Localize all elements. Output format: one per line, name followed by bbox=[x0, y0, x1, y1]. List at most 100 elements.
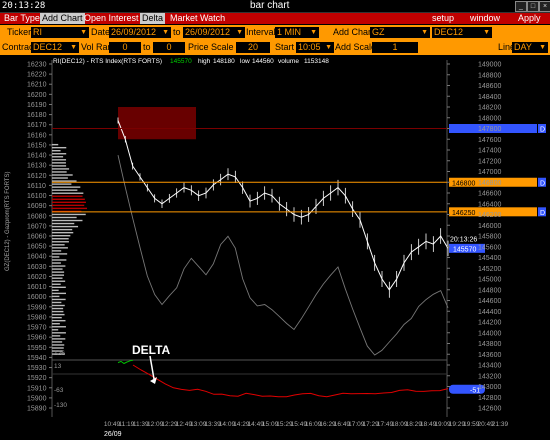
right-tick-label: 142600 bbox=[478, 406, 501, 413]
right-tick-label: 143600 bbox=[478, 352, 501, 359]
interval-select[interactable]: 1 MIN ▼ bbox=[275, 27, 319, 38]
last-time-label: 20:13:26 bbox=[450, 236, 477, 243]
right-tick-label: 146000 bbox=[478, 223, 501, 230]
line-select[interactable]: DAY ▼ bbox=[512, 42, 548, 53]
volume-profile-bar bbox=[52, 159, 67, 161]
start-field[interactable]: 10:05 ▼ bbox=[296, 42, 334, 53]
right-tick-label: 148200 bbox=[478, 105, 501, 112]
vol-to-field[interactable]: 0 bbox=[153, 42, 185, 53]
volume-profile-bar bbox=[52, 207, 88, 210]
left-tick-label: 16140 bbox=[27, 153, 47, 160]
right-tick-label: 149000 bbox=[478, 62, 501, 69]
chevron-down-icon: ▼ bbox=[236, 29, 243, 36]
last-price-label: 145570 bbox=[453, 246, 476, 253]
volume-profile-bar bbox=[52, 265, 66, 267]
volume-profile-bar bbox=[52, 225, 79, 228]
add-chart-value: GZ bbox=[372, 27, 385, 37]
volume-profile-bar bbox=[52, 198, 85, 200]
volume-profile-bar bbox=[52, 253, 68, 255]
right-tick-label: 143400 bbox=[478, 363, 501, 370]
right-tick-label: 145000 bbox=[478, 277, 501, 284]
left-tick-label: 16200 bbox=[27, 92, 47, 99]
volume-profile-bar bbox=[52, 326, 66, 328]
left-tick-label: 15950 bbox=[27, 345, 47, 352]
volume-profile-bar bbox=[52, 277, 63, 279]
left-tick-label: 16050 bbox=[27, 244, 47, 251]
add-chart-field[interactable]: GZ ▼ bbox=[370, 27, 430, 38]
vol-from-field[interactable]: 0 bbox=[109, 42, 141, 53]
chevron-down-icon: ▼ bbox=[483, 29, 490, 36]
volume-profile-bar bbox=[52, 162, 66, 164]
right-tick-label: 147600 bbox=[478, 137, 501, 144]
left-tick-label: 15990 bbox=[27, 304, 47, 311]
volume-profile-bar bbox=[52, 192, 84, 194]
volume-profile-bar bbox=[52, 201, 86, 204]
volume-profile-bar bbox=[52, 244, 65, 246]
left-tick-label: 16150 bbox=[27, 142, 47, 149]
chevron-down-icon: ▼ bbox=[162, 29, 169, 36]
price-scale-field[interactable]: 20 bbox=[236, 42, 270, 53]
date-label: 26/09 bbox=[104, 431, 122, 438]
volume-profile-bar bbox=[52, 323, 60, 325]
start-value: 10:05 bbox=[298, 42, 321, 52]
price-level-tag-label: D bbox=[540, 210, 545, 217]
price-band bbox=[118, 107, 196, 140]
volume-profile-bar bbox=[52, 338, 66, 340]
left-tick-label: 15900 bbox=[27, 395, 47, 402]
chevron-down-icon: ▼ bbox=[80, 29, 87, 36]
left-tick-label: 16100 bbox=[27, 193, 47, 200]
menu-add-chart[interactable]: Add Chart bbox=[40, 13, 85, 24]
left-tick-label: 16020 bbox=[27, 274, 47, 281]
date-from-field[interactable]: 26/09/2012 ▼ bbox=[109, 27, 171, 38]
toolbar-row-1: Ticker RI ▼ Date 26/09/2012 ▼ to 26/09/201… bbox=[0, 25, 550, 40]
volume-profile-bar bbox=[52, 329, 59, 331]
add-scale-field[interactable]: 1 bbox=[372, 42, 418, 53]
chart-header-volume-label: volume bbox=[278, 58, 299, 65]
left-tick-label: 15930 bbox=[27, 365, 47, 372]
volume-profile-bar bbox=[52, 171, 67, 173]
chevron-down-icon: ▼ bbox=[325, 44, 332, 51]
volume-profile-bar bbox=[52, 347, 64, 349]
volume-profile-bar bbox=[52, 250, 62, 252]
volume-profile-bar bbox=[52, 247, 68, 249]
date-to-label: to bbox=[173, 27, 181, 37]
left-tick-label: 16070 bbox=[27, 223, 47, 230]
close-icon[interactable]: × bbox=[539, 1, 550, 12]
add-chart-contract-field[interactable]: DEC12 ▼ bbox=[432, 27, 492, 38]
right-tick-label: 144200 bbox=[478, 320, 501, 327]
chart-header-high: 148180 bbox=[213, 58, 235, 65]
delta-axis-label: -63 bbox=[54, 387, 64, 394]
menu-apply[interactable]: Apply bbox=[516, 13, 543, 24]
menu-window[interactable]: window bbox=[468, 13, 502, 24]
date-to-field[interactable]: 26/09/2012 ▼ bbox=[183, 27, 245, 38]
vol-to-label: to bbox=[143, 42, 151, 52]
interval-value: 1 MIN bbox=[277, 27, 302, 37]
price-level-label: 146250 bbox=[452, 210, 475, 217]
contract-field[interactable]: DEC12 ▼ bbox=[31, 42, 79, 53]
chevron-down-icon: ▼ bbox=[70, 44, 77, 51]
menu-bar-type[interactable]: Bar Type bbox=[2, 13, 42, 24]
maximize-icon[interactable]: □ bbox=[527, 1, 539, 12]
right-tick-label: 144600 bbox=[478, 298, 501, 305]
left-tick-label: 15920 bbox=[27, 375, 47, 382]
minimize-icon[interactable]: _ bbox=[515, 1, 527, 12]
volume-profile-bar bbox=[52, 177, 68, 179]
volume-profile-bar bbox=[52, 319, 66, 322]
menu-delta[interactable]: Delta bbox=[140, 13, 166, 24]
volume-profile-bar bbox=[52, 332, 66, 334]
volume-profile-bar bbox=[52, 268, 63, 270]
menu-setup[interactable]: setup bbox=[430, 13, 456, 24]
menu-market-watch[interactable]: Market Watch bbox=[168, 13, 227, 24]
volume-profile-bar bbox=[52, 156, 64, 158]
volume-profile-bar bbox=[52, 301, 62, 304]
price-chart[interactable]: 146800 D 146250 D D 20:13:26 145570 13 -63 -130 1… bbox=[0, 56, 550, 429]
delta-axis-label: -130 bbox=[54, 402, 67, 409]
volume-profile-bar bbox=[52, 150, 61, 152]
right-tick-label: 145400 bbox=[478, 255, 501, 262]
menu-open-interest[interactable]: Open Interest bbox=[82, 13, 141, 24]
title-bar: 20:13:28 bar chart _ □ × bbox=[0, 0, 550, 13]
ticker-field[interactable]: RI ▼ bbox=[31, 27, 89, 38]
right-tick-label: 146400 bbox=[478, 201, 501, 208]
time-tick-label: 21:39 bbox=[492, 421, 509, 428]
toolbar-row-2: Contract DEC12 ▼ Vol Range 0 to 0 Price S… bbox=[0, 40, 550, 55]
